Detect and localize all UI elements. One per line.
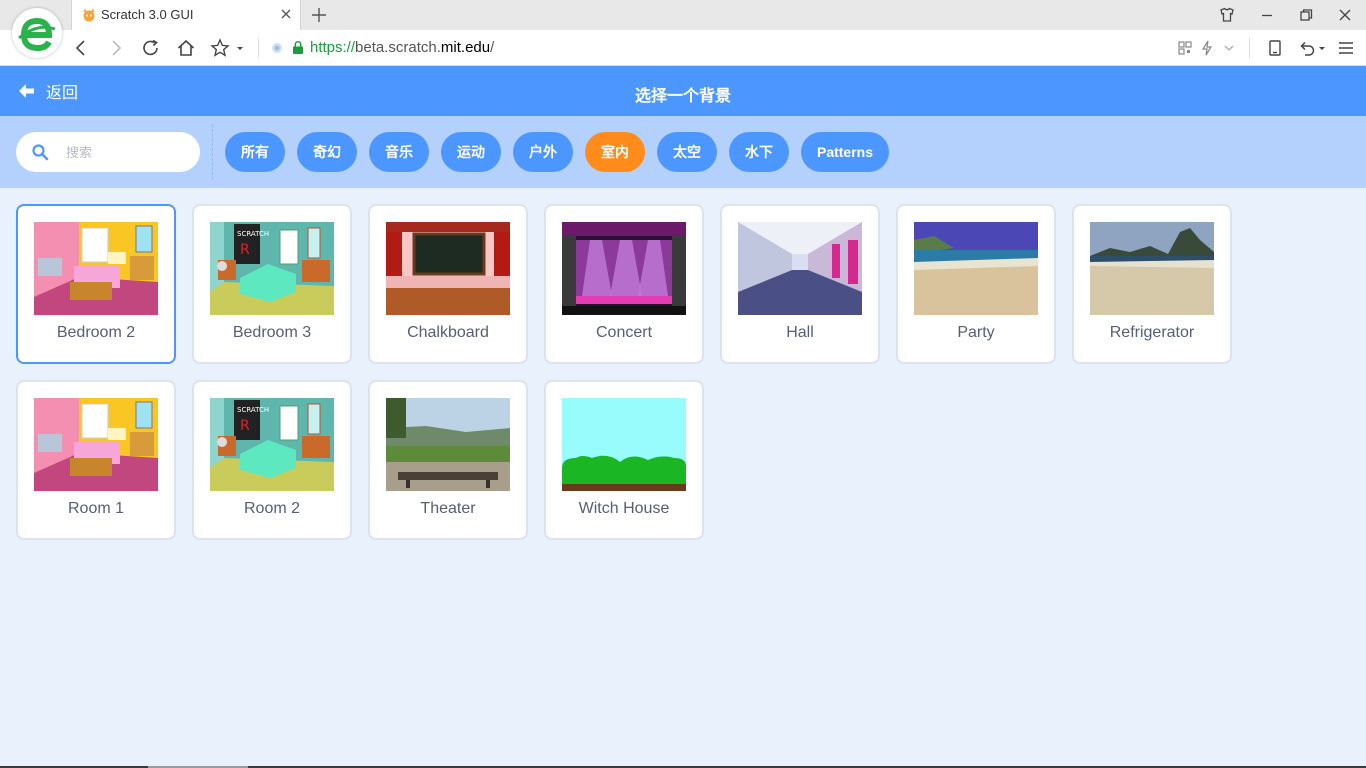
tag-all[interactable]: 所有 <box>225 132 285 172</box>
tag-music[interactable]: 音乐 <box>369 132 429 172</box>
url-scheme: https:// <box>310 39 356 56</box>
tab-title: Scratch 3.0 GUI <box>101 7 194 22</box>
browser-nav-bar: https://beta.scratch.mit.edu/ <box>0 30 1366 66</box>
bedroom-thumbnail-icon: SCRATCH R <box>210 222 334 315</box>
filter-divider <box>212 124 213 180</box>
search-box[interactable] <box>16 132 200 172</box>
tag-label: Patterns <box>816 144 874 160</box>
back-arrow-icon[interactable] <box>71 38 91 58</box>
tag-indoors[interactable]: 室内 <box>585 132 645 172</box>
tag-outdoors[interactable]: 户外 <box>513 132 573 172</box>
search-icon <box>32 144 49 161</box>
item-label: Chalkboard <box>407 324 489 341</box>
bedroom-thumbnail-icon: SCRATCH R <box>210 398 334 491</box>
bedroom-thumbnail-icon <box>34 398 158 491</box>
browser-tab[interactable]: Scratch 3.0 GUI <box>71 0 301 30</box>
backdrop-item-witch-house[interactable]: Witch House <box>544 380 704 540</box>
beach-thumbnail-icon <box>914 222 1038 315</box>
svg-text:SCRATCH: SCRATCH <box>237 230 269 238</box>
undo-dropdown-icon[interactable] <box>1317 38 1327 58</box>
backdrop-item-concert[interactable]: Concert <box>544 204 704 364</box>
undo-close-icon[interactable] <box>1297 38 1317 58</box>
url-subdomain: beta.scratch. <box>355 39 441 56</box>
backdrop-item-room-2[interactable]: SCRATCH R Room 2 <box>192 380 352 540</box>
backdrop-item-hall[interactable]: Hall <box>720 204 880 364</box>
close-tab-icon[interactable] <box>278 6 294 22</box>
url-path: / <box>490 39 495 56</box>
item-label: Refrigerator <box>1109 324 1195 341</box>
star-dropdown-icon[interactable] <box>234 38 246 58</box>
star-icon[interactable] <box>210 38 230 58</box>
browser-logo[interactable] <box>12 8 62 58</box>
page-title: 选择一个背景 <box>634 88 731 105</box>
tag-label: 户外 <box>529 144 557 160</box>
tag-label: 太空 <box>673 144 701 160</box>
url-text[interactable]: https://beta.scratch.mit.edu/ <box>310 39 494 56</box>
minimize-icon[interactable] <box>1258 6 1276 24</box>
filter-bar: 所有 奇幻 音乐 运动 户外 室内 太空 水下 Patterns <box>0 116 1366 188</box>
close-window-icon[interactable] <box>1336 6 1354 24</box>
item-label: Room 2 <box>243 500 301 517</box>
chalkboard-thumbnail-icon <box>386 222 510 315</box>
backdrop-item-room-1[interactable]: Room 1 <box>16 380 176 540</box>
site-info-icon[interactable] <box>271 42 283 54</box>
svg-text:SCRATCH: SCRATCH <box>237 406 269 414</box>
address-bar[interactable]: https://beta.scratch.mit.edu/ <box>266 35 1236 61</box>
menu-icon[interactable] <box>1336 38 1356 58</box>
item-label: Bedroom 3 <box>232 324 312 341</box>
backdrop-item-refrigerator[interactable]: Refrigerator <box>1072 204 1232 364</box>
backdrop-item-bedroom-3[interactable]: SCRATCH R Bedroom 3 <box>192 204 352 364</box>
home-icon[interactable] <box>176 38 196 58</box>
backdrop-item-bedroom-2[interactable]: Bedroom 2 <box>16 204 176 364</box>
restore-icon[interactable] <box>1297 6 1315 24</box>
bedroom-thumbnail-icon <box>34 222 158 315</box>
address-separator <box>258 38 259 58</box>
tag-label: 水下 <box>745 144 773 160</box>
item-label: Bedroom 2 <box>56 324 136 341</box>
concert-thumbnail-icon <box>562 222 686 315</box>
item-label: Theater <box>420 500 476 517</box>
item-label: Party <box>957 324 995 341</box>
browser-e-icon <box>17 13 57 53</box>
reading-mode-icon[interactable] <box>1265 38 1285 58</box>
tag-label: 所有 <box>241 144 269 160</box>
qr-code-icon[interactable] <box>1175 38 1195 58</box>
lock-icon <box>293 41 303 54</box>
item-label: Witch House <box>578 500 670 517</box>
item-label: Concert <box>595 324 653 341</box>
item-label: Hall <box>786 324 814 341</box>
backdrop-item-theater[interactable]: Theater <box>368 380 528 540</box>
browser-tab-bar: Scratch 3.0 GUI <box>0 0 1366 30</box>
item-label: Room 1 <box>67 500 125 517</box>
svg-text:R: R <box>240 242 250 258</box>
tag-space[interactable]: 太空 <box>657 132 717 172</box>
backdrop-item-chalkboard[interactable]: Chalkboard <box>368 204 528 364</box>
library-header: 返回 选择一个背景 <box>0 66 1366 116</box>
lightning-icon[interactable] <box>1197 38 1217 58</box>
tag-label: 运动 <box>457 144 485 160</box>
url-domain: mit.edu <box>440 39 491 56</box>
beach-mountain-thumbnail-icon <box>1090 222 1214 315</box>
tag-sports[interactable]: 运动 <box>441 132 501 172</box>
tag-label: 奇幻 <box>313 144 341 160</box>
svg-text:R: R <box>240 418 250 434</box>
tag-label: 音乐 <box>385 144 413 160</box>
address-dropdown-icon[interactable] <box>1219 38 1239 58</box>
forward-arrow-icon[interactable] <box>106 38 126 58</box>
hall-thumbnail-icon <box>738 222 862 315</box>
toolbar-separator <box>1249 38 1250 58</box>
scratch-cat-favicon-icon <box>83 8 95 22</box>
tag-patterns[interactable]: Patterns <box>801 132 889 172</box>
backdrop-item-party[interactable]: Party <box>896 204 1056 364</box>
new-tab-icon[interactable] <box>310 6 328 24</box>
hills-thumbnail-icon <box>562 398 686 491</box>
skin-icon[interactable] <box>1218 6 1236 24</box>
tag-underwater[interactable]: 水下 <box>729 132 789 172</box>
search-input[interactable] <box>66 140 186 164</box>
reload-icon[interactable] <box>141 38 161 58</box>
tag-label: 室内 <box>601 144 629 160</box>
park-bench-thumbnail-icon <box>386 398 510 491</box>
tag-fantasy[interactable]: 奇幻 <box>297 132 357 172</box>
